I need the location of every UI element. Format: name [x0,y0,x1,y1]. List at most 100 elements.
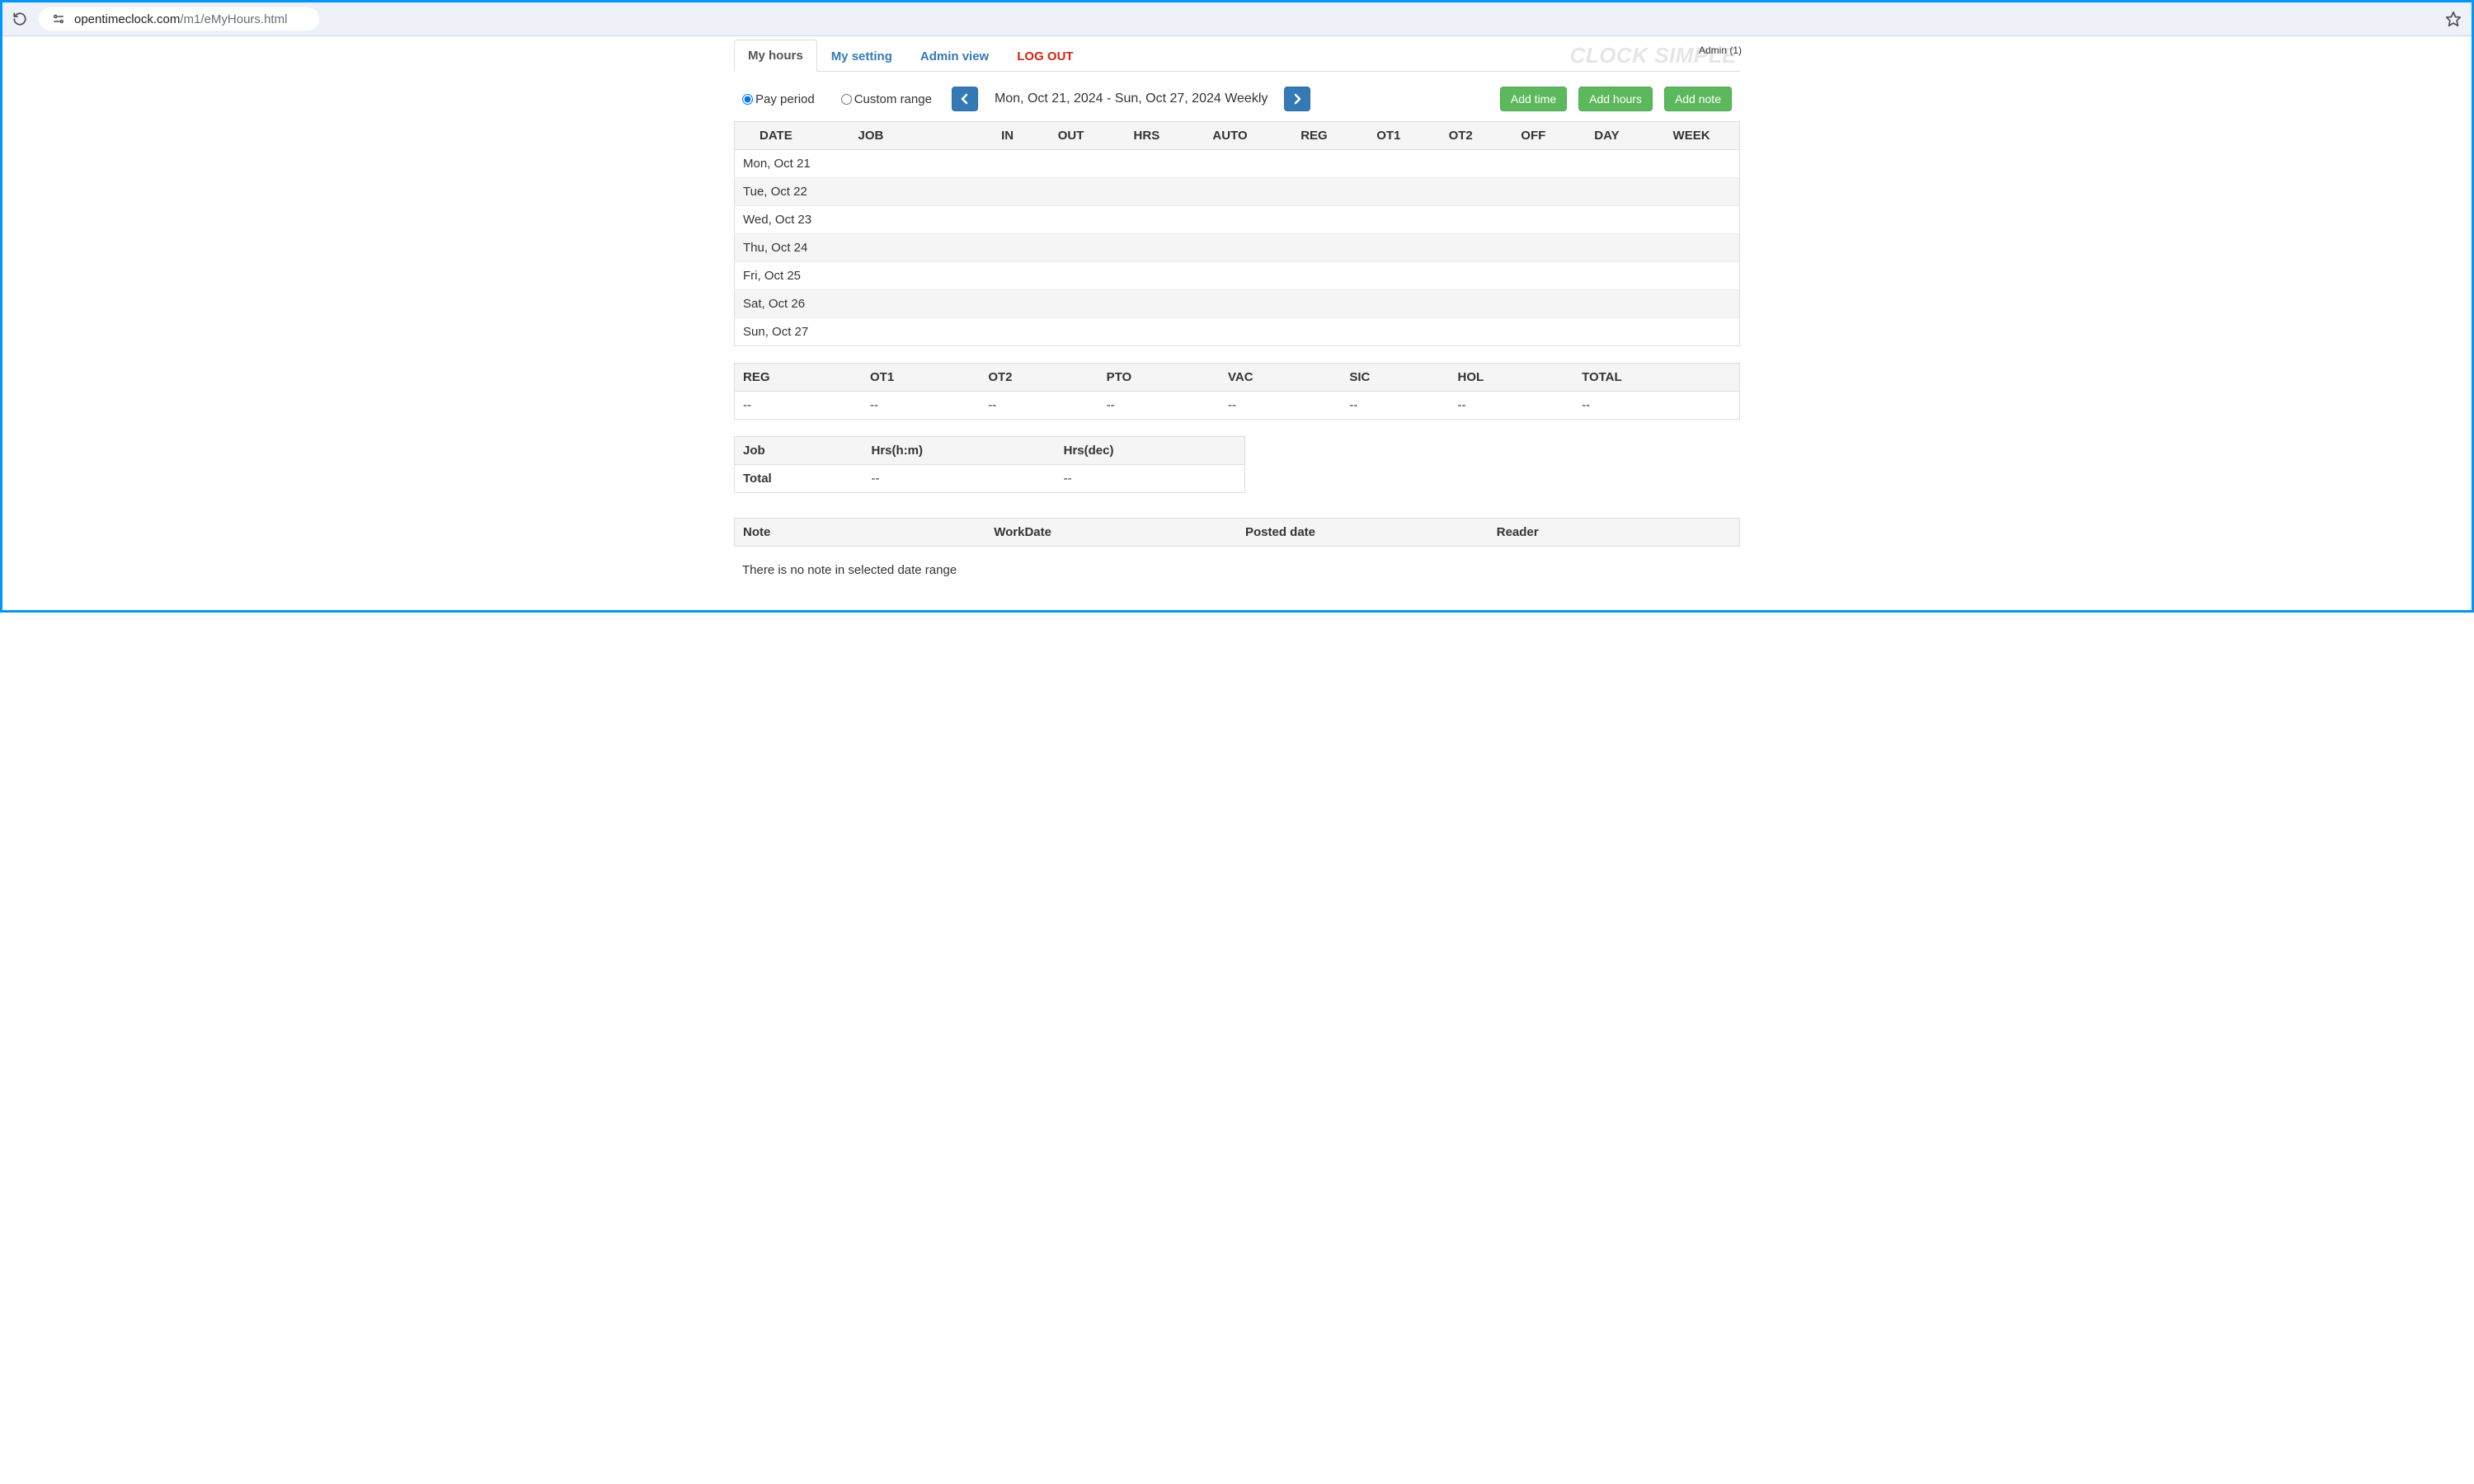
cell-date: Fri, Oct 25 [735,262,850,290]
cell-date: Sun, Oct 27 [735,318,850,346]
cell-empty [1644,206,1739,234]
notes-col-workdate: WorkDate [985,519,1237,547]
add-time-button[interactable]: Add time [1500,87,1567,111]
cell-empty [1184,150,1276,178]
url-path: /m1/eMyHours.html [180,12,287,26]
cell-empty [1352,234,1424,262]
hours-table: DATE JOB IN OUT HRS AUTO REG OT1 OT2 OFF… [734,121,1740,346]
cell-empty [850,318,982,346]
radio-pay-period-input[interactable] [742,94,753,105]
bookmark-button[interactable] [2443,9,2463,29]
job-total-row: Total -- -- [735,465,1245,493]
radio-custom-range[interactable]: Custom range [841,92,932,106]
reload-button[interactable] [11,10,29,28]
col-day: DAY [1570,122,1644,150]
next-period-button[interactable] [1284,87,1310,111]
col-reg: REG [1276,122,1352,150]
cell-date: Wed, Oct 23 [735,206,850,234]
job-header-row: Job Hrs(h:m) Hrs(dec) [735,437,1245,465]
cell-date: Thu, Oct 24 [735,234,850,262]
cell-empty [1570,234,1644,262]
cell-empty [1108,206,1184,234]
cell-empty [1352,178,1424,206]
cell-empty [1108,150,1184,178]
col-date: DATE [735,122,850,150]
cell-empty [1033,234,1109,262]
cell-empty [1352,150,1424,178]
cell-empty [1276,150,1352,178]
col-out: OUT [1033,122,1109,150]
notes-empty-text: There is no note in selected date range [734,563,1740,577]
summary-header-row: REG OT1 OT2 PTO VAC SIC HOL TOTAL [735,364,1740,392]
radio-custom-range-input[interactable] [841,94,852,105]
cell-empty [982,262,1033,290]
sum-val-reg: -- [735,392,862,420]
notes-col-posted: Posted date [1237,519,1489,547]
cell-empty [1033,262,1109,290]
add-note-button[interactable]: Add note [1664,87,1732,111]
job-col-job: Job [735,437,863,465]
col-ot1: OT1 [1352,122,1424,150]
tab-my-setting[interactable]: My setting [817,40,906,72]
site-settings-icon[interactable] [51,12,66,26]
cell-empty [1108,178,1184,206]
date-range-text: Mon, Oct 21, 2024 - Sun, Oct 27, 2024 We… [990,92,1272,106]
col-auto: AUTO [1184,122,1276,150]
sum-col-total: TOTAL [1573,364,1739,392]
cell-empty [1184,262,1276,290]
sum-val-sic: -- [1341,392,1449,420]
table-row: Tue, Oct 22 [735,178,1740,206]
job-col-hrshm: Hrs(h:m) [863,437,1056,465]
cell-empty [1033,290,1109,318]
controls-row: Pay period Custom range Mon, Oct 21, 202… [734,72,1740,121]
cell-date: Sat, Oct 26 [735,290,850,318]
sum-val-vac: -- [1220,392,1341,420]
sum-val-ot1: -- [862,392,980,420]
cell-empty [1425,150,1497,178]
cell-empty [1570,206,1644,234]
cell-empty [1425,290,1497,318]
cell-empty [1570,262,1644,290]
col-hrs: HRS [1108,122,1184,150]
sum-col-hol: HOL [1450,364,1574,392]
cell-empty [1425,262,1497,290]
cell-empty [1570,290,1644,318]
cell-empty [1570,178,1644,206]
table-row: Thu, Oct 24 [735,234,1740,262]
cell-empty [1033,206,1109,234]
cell-empty [982,290,1033,318]
summary-table: REG OT1 OT2 PTO VAC SIC HOL TOTAL -- -- … [734,363,1740,420]
tab-log-out[interactable]: LOG OUT [1003,40,1087,72]
table-row: Wed, Oct 23 [735,206,1740,234]
cell-empty [1276,206,1352,234]
cell-empty [850,150,982,178]
cell-empty [1644,262,1739,290]
sum-col-reg: REG [735,364,862,392]
sum-val-hol: -- [1450,392,1574,420]
col-week: WEEK [1644,122,1739,150]
cell-empty [1184,178,1276,206]
job-total-hrsdec: -- [1056,465,1245,493]
cell-empty [1276,234,1352,262]
cell-empty [1425,234,1497,262]
sum-col-ot2: OT2 [980,364,1098,392]
add-hours-button[interactable]: Add hours [1578,87,1653,111]
tab-my-hours[interactable]: My hours [734,40,817,72]
cell-empty [1184,206,1276,234]
cell-empty [1033,150,1109,178]
table-row: Sat, Oct 26 [735,290,1740,318]
radio-pay-period[interactable]: Pay period [742,92,815,106]
cell-empty [982,150,1033,178]
tab-admin-view[interactable]: Admin view [906,40,1003,72]
address-bar[interactable]: opentimeclock.com/m1/eMyHours.html [39,7,319,31]
cell-empty [1033,178,1109,206]
cell-empty [1570,318,1644,346]
sum-val-ot2: -- [980,392,1098,420]
cell-empty [1644,178,1739,206]
prev-period-button[interactable] [952,87,978,111]
reload-icon [12,12,27,26]
cell-empty [1425,178,1497,206]
summary-value-row: -- -- -- -- -- -- -- -- [735,392,1740,420]
cell-empty [1497,206,1570,234]
cell-empty [1108,234,1184,262]
